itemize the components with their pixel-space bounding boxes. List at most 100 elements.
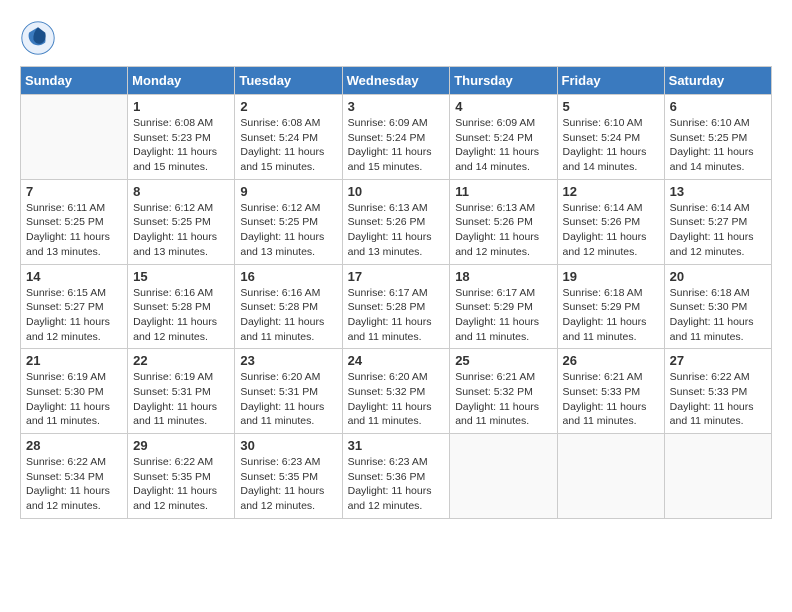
day-number: 7 [26,184,122,199]
calendar-cell: 28 Sunrise: 6:22 AM Sunset: 5:34 PM Dayli… [21,434,128,519]
day-info: Sunrise: 6:18 AM Sunset: 5:29 PM Dayligh… [563,286,659,345]
calendar-cell [450,434,557,519]
day-info: Sunrise: 6:13 AM Sunset: 5:26 PM Dayligh… [348,201,445,260]
day-number: 9 [240,184,336,199]
day-number: 20 [670,269,766,284]
day-info: Sunrise: 6:13 AM Sunset: 5:26 PM Dayligh… [455,201,551,260]
calendar-cell: 7 Sunrise: 6:11 AM Sunset: 5:25 PM Daylig… [21,179,128,264]
calendar-week-5: 28 Sunrise: 6:22 AM Sunset: 5:34 PM Dayli… [21,434,772,519]
day-of-week-monday: Monday [128,67,235,95]
day-info: Sunrise: 6:17 AM Sunset: 5:28 PM Dayligh… [348,286,445,345]
day-number: 23 [240,353,336,368]
day-number: 5 [563,99,659,114]
calendar-header-row: SundayMondayTuesdayWednesdayThursdayFrid… [21,67,772,95]
day-info: Sunrise: 6:11 AM Sunset: 5:25 PM Dayligh… [26,201,122,260]
day-info: Sunrise: 6:09 AM Sunset: 5:24 PM Dayligh… [348,116,445,175]
day-of-week-saturday: Saturday [664,67,771,95]
logo [20,20,60,56]
calendar-week-3: 14 Sunrise: 6:15 AM Sunset: 5:27 PM Dayli… [21,264,772,349]
calendar-cell: 10 Sunrise: 6:13 AM Sunset: 5:26 PM Dayli… [342,179,450,264]
calendar-cell: 18 Sunrise: 6:17 AM Sunset: 5:29 PM Dayli… [450,264,557,349]
calendar-cell: 14 Sunrise: 6:15 AM Sunset: 5:27 PM Dayli… [21,264,128,349]
day-info: Sunrise: 6:22 AM Sunset: 5:33 PM Dayligh… [670,370,766,429]
day-number: 24 [348,353,445,368]
calendar-cell: 9 Sunrise: 6:12 AM Sunset: 5:25 PM Daylig… [235,179,342,264]
calendar-cell [21,95,128,180]
day-number: 10 [348,184,445,199]
day-number: 27 [670,353,766,368]
calendar-cell: 2Sunrise: 6:08 AM Sunset: 5:24 PM Daylig… [235,95,342,180]
calendar-cell: 26 Sunrise: 6:21 AM Sunset: 5:33 PM Dayli… [557,349,664,434]
day-number: 18 [455,269,551,284]
day-info: Sunrise: 6:09 AM Sunset: 5:24 PM Dayligh… [455,116,551,175]
day-info: Sunrise: 6:23 AM Sunset: 5:35 PM Dayligh… [240,455,336,514]
calendar-cell: 12Sunrise: 6:14 AM Sunset: 5:26 PM Dayli… [557,179,664,264]
calendar-cell [557,434,664,519]
day-info: Sunrise: 6:15 AM Sunset: 5:27 PM Dayligh… [26,286,122,345]
day-number: 22 [133,353,229,368]
day-number: 11 [455,184,551,199]
day-number: 14 [26,269,122,284]
day-info: Sunrise: 6:22 AM Sunset: 5:35 PM Dayligh… [133,455,229,514]
calendar-cell: 4 Sunrise: 6:09 AM Sunset: 5:24 PM Daylig… [450,95,557,180]
day-info: Sunrise: 6:19 AM Sunset: 5:31 PM Dayligh… [133,370,229,429]
day-info: Sunrise: 6:14 AM Sunset: 5:26 PM Dayligh… [563,201,659,260]
calendar-week-1: 1 Sunrise: 6:08 AM Sunset: 5:23 PM Daylig… [21,95,772,180]
calendar-cell: 20 Sunrise: 6:18 AM Sunset: 5:30 PM Dayli… [664,264,771,349]
day-info: Sunrise: 6:10 AM Sunset: 5:25 PM Dayligh… [670,116,766,175]
day-info: Sunrise: 6:14 AM Sunset: 5:27 PM Dayligh… [670,201,766,260]
day-info: Sunrise: 6:21 AM Sunset: 5:32 PM Dayligh… [455,370,551,429]
day-of-week-sunday: Sunday [21,67,128,95]
day-number: 28 [26,438,122,453]
day-info: Sunrise: 6:20 AM Sunset: 5:32 PM Dayligh… [348,370,445,429]
calendar: SundayMondayTuesdayWednesdayThursdayFrid… [20,66,772,519]
calendar-cell: 5 Sunrise: 6:10 AM Sunset: 5:24 PM Daylig… [557,95,664,180]
day-info: Sunrise: 6:16 AM Sunset: 5:28 PM Dayligh… [240,286,336,345]
day-info: Sunrise: 6:19 AM Sunset: 5:30 PM Dayligh… [26,370,122,429]
calendar-week-2: 7 Sunrise: 6:11 AM Sunset: 5:25 PM Daylig… [21,179,772,264]
day-number: 1 [133,99,229,114]
day-info: Sunrise: 6:16 AM Sunset: 5:28 PM Dayligh… [133,286,229,345]
calendar-cell: 6 Sunrise: 6:10 AM Sunset: 5:25 PM Daylig… [664,95,771,180]
page-header [20,20,772,56]
day-info: Sunrise: 6:22 AM Sunset: 5:34 PM Dayligh… [26,455,122,514]
calendar-cell: 23 Sunrise: 6:20 AM Sunset: 5:31 PM Dayli… [235,349,342,434]
day-info: Sunrise: 6:12 AM Sunset: 5:25 PM Dayligh… [240,201,336,260]
calendar-cell: 29 Sunrise: 6:22 AM Sunset: 5:35 PM Dayli… [128,434,235,519]
day-number: 26 [563,353,659,368]
day-number: 4 [455,99,551,114]
calendar-cell: 27 Sunrise: 6:22 AM Sunset: 5:33 PM Dayli… [664,349,771,434]
day-info: Sunrise: 6:20 AM Sunset: 5:31 PM Dayligh… [240,370,336,429]
day-number: 6 [670,99,766,114]
calendar-cell: 24 Sunrise: 6:20 AM Sunset: 5:32 PM Dayli… [342,349,450,434]
day-info: Sunrise: 6:08 AM Sunset: 5:23 PM Dayligh… [133,116,229,175]
calendar-cell: 16Sunrise: 6:16 AM Sunset: 5:28 PM Dayli… [235,264,342,349]
day-of-week-tuesday: Tuesday [235,67,342,95]
day-number: 29 [133,438,229,453]
day-number: 13 [670,184,766,199]
day-of-week-friday: Friday [557,67,664,95]
day-number: 31 [348,438,445,453]
day-info: Sunrise: 6:21 AM Sunset: 5:33 PM Dayligh… [563,370,659,429]
calendar-cell: 19Sunrise: 6:18 AM Sunset: 5:29 PM Dayli… [557,264,664,349]
day-number: 21 [26,353,122,368]
day-info: Sunrise: 6:10 AM Sunset: 5:24 PM Dayligh… [563,116,659,175]
calendar-cell: 25Sunrise: 6:21 AM Sunset: 5:32 PM Dayli… [450,349,557,434]
day-number: 17 [348,269,445,284]
day-of-week-thursday: Thursday [450,67,557,95]
day-info: Sunrise: 6:23 AM Sunset: 5:36 PM Dayligh… [348,455,445,514]
calendar-cell: 17 Sunrise: 6:17 AM Sunset: 5:28 PM Dayli… [342,264,450,349]
calendar-cell: 8Sunrise: 6:12 AM Sunset: 5:25 PM Daylig… [128,179,235,264]
calendar-cell [664,434,771,519]
day-info: Sunrise: 6:18 AM Sunset: 5:30 PM Dayligh… [670,286,766,345]
day-info: Sunrise: 6:08 AM Sunset: 5:24 PM Dayligh… [240,116,336,175]
day-info: Sunrise: 6:17 AM Sunset: 5:29 PM Dayligh… [455,286,551,345]
logo-icon [20,20,56,56]
calendar-cell: 13 Sunrise: 6:14 AM Sunset: 5:27 PM Dayli… [664,179,771,264]
calendar-cell: 22 Sunrise: 6:19 AM Sunset: 5:31 PM Dayli… [128,349,235,434]
calendar-cell: 30Sunrise: 6:23 AM Sunset: 5:35 PM Dayli… [235,434,342,519]
calendar-cell: 11 Sunrise: 6:13 AM Sunset: 5:26 PM Dayli… [450,179,557,264]
calendar-cell: 31 Sunrise: 6:23 AM Sunset: 5:36 PM Dayli… [342,434,450,519]
day-number: 8 [133,184,229,199]
day-of-week-wednesday: Wednesday [342,67,450,95]
